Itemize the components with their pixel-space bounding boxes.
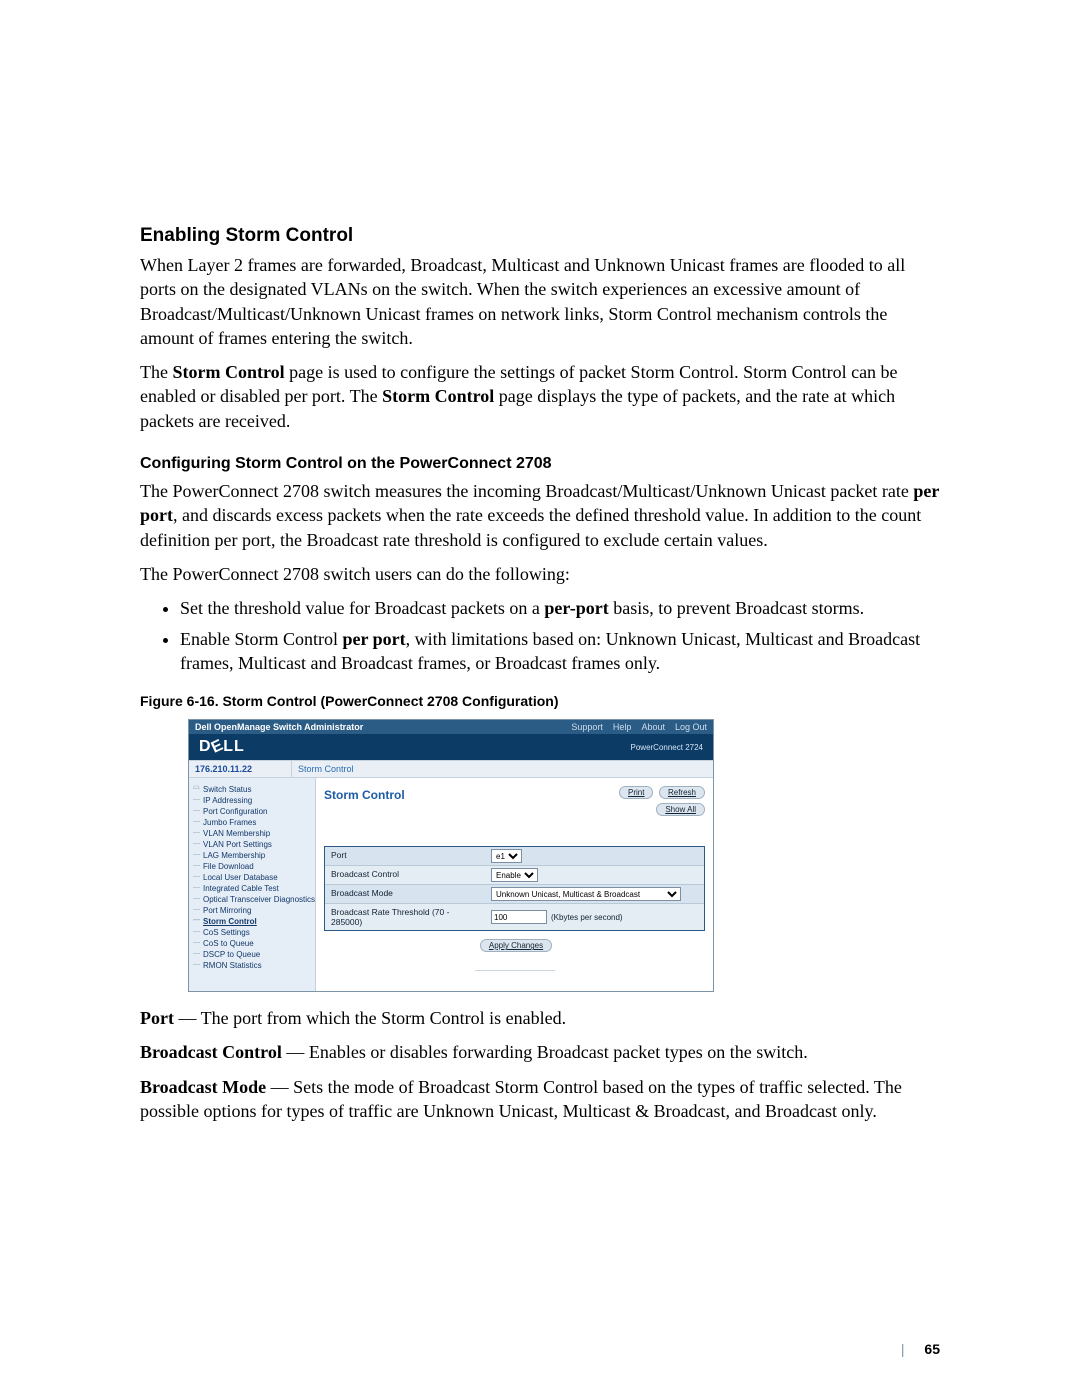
ip-address[interactable]: 176.210.11.22: [189, 761, 292, 777]
term: Port: [140, 1008, 174, 1028]
broadcast-mode-select[interactable]: Unknown Unicast, Multicast & Broadcast: [491, 887, 681, 901]
threshold-unit: (Kbytes per second): [551, 913, 623, 922]
sidebar-item-vlan-membership[interactable]: VLAN Membership: [193, 828, 313, 839]
sidebar-item-rmon-statistics[interactable]: RMON Statistics: [193, 960, 313, 971]
sidebar-item-ip-addressing[interactable]: IP Addressing: [193, 795, 313, 806]
sidebar-item-jumbo-frames[interactable]: Jumbo Frames: [193, 817, 313, 828]
definition-text: — Enables or disables forwarding Broadca…: [282, 1042, 808, 1062]
product-label: PowerConnect 2724: [631, 743, 704, 752]
broadcast-control-select[interactable]: Enable: [491, 868, 538, 882]
about-link[interactable]: About: [641, 722, 665, 732]
definitions-block: Port — The port from which the Storm Con…: [140, 1006, 940, 1123]
row-label-broadcast-control: Broadcast Control: [325, 866, 487, 884]
app-titlebar: Dell OpenManage Switch Administrator Sup…: [189, 720, 713, 734]
term: Broadcast Mode: [140, 1077, 266, 1097]
term: Broadcast Control: [140, 1042, 282, 1062]
page-number: | 65: [901, 1341, 940, 1357]
refresh-button[interactable]: Refresh: [659, 786, 705, 799]
definition-port: Port — The port from which the Storm Con…: [140, 1006, 940, 1030]
list-item: Set the threshold value for Broadcast pa…: [180, 596, 940, 620]
port-select[interactable]: e1: [491, 849, 522, 863]
settings-table: Port e1 Broadcast Control Enable: [324, 846, 705, 931]
action-buttons-top: Print Refresh Show All: [616, 786, 705, 816]
row-label-broadcast-mode: Broadcast Mode: [325, 885, 487, 903]
brand-bar: DELL PowerConnect 2724: [189, 734, 713, 760]
row-label-port: Port: [325, 847, 487, 865]
dell-logo: DELL: [199, 738, 245, 756]
subsection-heading: Configuring Storm Control on the PowerCo…: [140, 455, 940, 473]
paragraph-4: The PowerConnect 2708 switch users can d…: [140, 562, 940, 586]
bold-text: per port: [342, 629, 405, 649]
text: , and discards excess packets when the r…: [140, 505, 921, 549]
bullet-list: Set the threshold value for Broadcast pa…: [140, 596, 940, 675]
bold-text: per-port: [544, 598, 608, 618]
logout-link[interactable]: Log Out: [675, 722, 707, 732]
content-pane: Storm Control Print Refresh Show All Por…: [316, 778, 713, 991]
figure-caption: Figure 6-16. Storm Control (PowerConnect…: [140, 693, 940, 709]
breadcrumb: 176.210.11.22 Storm Control: [189, 760, 713, 778]
text: The: [140, 362, 172, 382]
sidebar-item-cos-settings[interactable]: CoS Settings: [193, 927, 313, 938]
document-page: Enabling Storm Control When Layer 2 fram…: [0, 0, 1080, 1397]
sidebar-item-port-configuration[interactable]: Port Configuration: [193, 806, 313, 817]
help-link[interactable]: Help: [613, 722, 632, 732]
text: The PowerConnect 2708 switch measures th…: [140, 481, 913, 501]
sidebar-item-storm-control[interactable]: Storm Control: [193, 916, 313, 927]
sidebar-item-dscp-to-queue[interactable]: DSCP to Queue: [193, 949, 313, 960]
bold-text: Storm Control: [172, 362, 284, 382]
sidebar-item-integrated-cable-test[interactable]: Integrated Cable Test: [193, 883, 313, 894]
section-heading: Enabling Storm Control: [140, 225, 940, 247]
nav-tree: Switch StatusIP AddressingPort Configura…: [189, 778, 316, 991]
sidebar-item-lag-membership[interactable]: LAG Membership: [193, 850, 313, 861]
sidebar-item-file-download[interactable]: File Download: [193, 861, 313, 872]
paragraph-2: The Storm Control page is used to config…: [140, 360, 940, 433]
sidebar-item-optical-transceiver-diagnostics[interactable]: Optical Transceiver Diagnostics: [193, 894, 313, 905]
table-row: Broadcast Control Enable: [325, 866, 704, 885]
sidebar-item-port-mirroring[interactable]: Port Mirroring: [193, 905, 313, 916]
row-label-threshold: Broadcast Rate Threshold (70 - 285000): [325, 904, 487, 930]
bold-text: Storm Control: [382, 386, 494, 406]
app-title: Dell OpenManage Switch Administrator: [195, 722, 561, 732]
table-row: Broadcast Rate Threshold (70 - 285000) (…: [325, 904, 704, 930]
table-row: Broadcast Mode Unknown Unicast, Multicas…: [325, 885, 704, 904]
apply-changes-button[interactable]: Apply Changes: [480, 939, 552, 952]
definition-broadcast-mode: Broadcast Mode — Sets the mode of Broadc…: [140, 1075, 940, 1124]
text: Enable Storm Control: [180, 629, 342, 649]
sidebar-item-switch-status[interactable]: Switch Status: [193, 784, 313, 795]
table-row: Port e1: [325, 847, 704, 866]
page-number-divider-icon: |: [901, 1341, 905, 1357]
screenshot-frame: Dell OpenManage Switch Administrator Sup…: [188, 719, 714, 992]
list-item: Enable Storm Control per port, with limi…: [180, 627, 940, 676]
support-link[interactable]: Support: [571, 722, 603, 732]
show-all-button[interactable]: Show All: [656, 803, 705, 816]
text: Set the threshold value for Broadcast pa…: [180, 598, 544, 618]
screenshot-body: Switch StatusIP AddressingPort Configura…: [189, 778, 713, 991]
sidebar-item-cos-to-queue[interactable]: CoS to Queue: [193, 938, 313, 949]
sidebar-item-vlan-port-settings[interactable]: VLAN Port Settings: [193, 839, 313, 850]
paragraph-1: When Layer 2 frames are forwarded, Broad…: [140, 253, 940, 350]
paragraph-3: The PowerConnect 2708 switch measures th…: [140, 479, 940, 552]
figure: Dell OpenManage Switch Administrator Sup…: [188, 719, 940, 992]
threshold-input[interactable]: [491, 910, 547, 924]
page-number-value: 65: [924, 1341, 940, 1357]
divider: [475, 970, 555, 971]
sidebar-item-local-user-database[interactable]: Local User Database: [193, 872, 313, 883]
print-button[interactable]: Print: [619, 786, 653, 799]
breadcrumb-location: Storm Control: [292, 761, 360, 777]
definition-broadcast-control: Broadcast Control — Enables or disables …: [140, 1040, 940, 1064]
definition-text: — The port from which the Storm Control …: [174, 1008, 566, 1028]
text: basis, to prevent Broadcast storms.: [609, 598, 864, 618]
